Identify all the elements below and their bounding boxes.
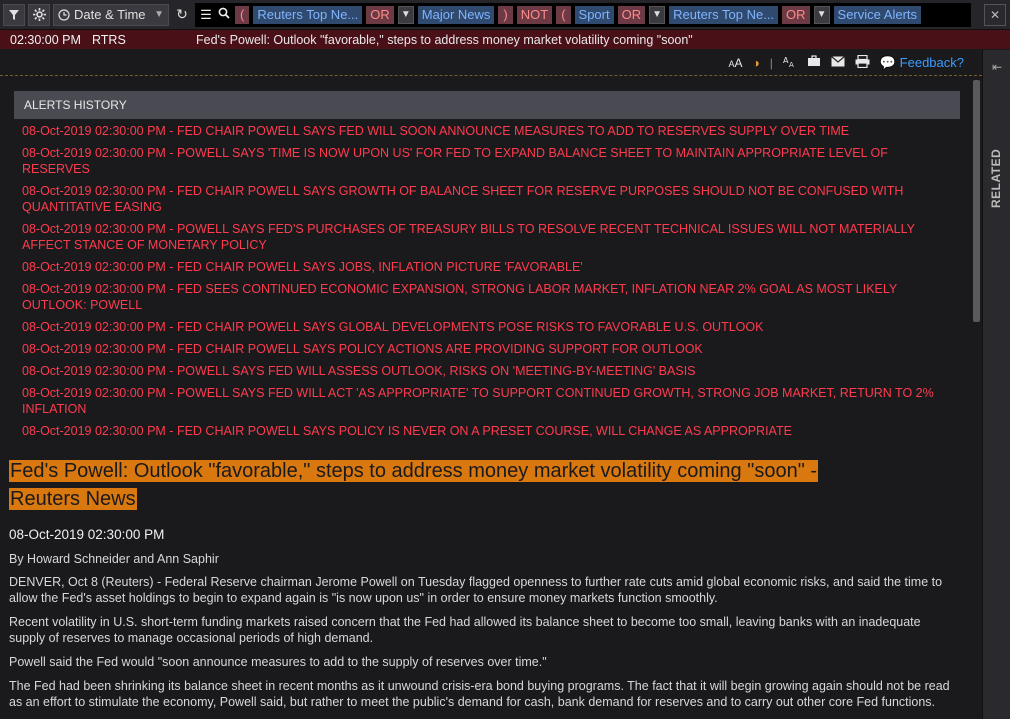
query-token-paren[interactable]: ) [498,5,513,24]
query-toolbar: Date & Time ▼ ↻ ☰ ( Reuters Top Ne... OR… [0,0,1010,30]
article-headline-text: Fed's Powell: Outlook "favorable," steps… [9,460,819,510]
query-token-term[interactable]: Reuters Top Ne... [253,5,363,24]
article-actions: AA ◑ | AA 💬 Feedback? [0,50,982,76]
alert-item: 08-Oct-2019 02:30:00 PM - FED SEES CONTI… [22,282,897,312]
chat-icon: 💬 [879,54,897,70]
refresh-icon[interactable]: ↻ [172,4,192,26]
alert-item: 08-Oct-2019 02:30:00 PM - FED CHAIR POWE… [22,260,583,274]
query-token-operator[interactable]: NOT [516,5,553,24]
briefcase-icon[interactable] [807,55,821,70]
query-token-operator[interactable]: OR [366,5,394,24]
alert-item: 08-Oct-2019 02:30:00 PM - POWELL SAYS FE… [22,222,915,252]
chevron-down-icon: ▼ [154,9,164,20]
expand-panel-icon[interactable]: ⇤ [983,60,1010,74]
alert-item: 08-Oct-2019 02:30:00 PM - FED CHAIR POWE… [22,124,850,138]
alerts-history-list: 08-Oct-2019 02:30:00 PM - FED CHAIR POWE… [22,123,952,439]
translate-icon[interactable]: AA [783,55,797,71]
headline-source: RTRS [92,32,126,47]
close-icon[interactable]: ✕ [984,3,1006,26]
clock-icon [58,8,70,21]
font-size-icon[interactable]: AA [728,56,742,70]
alert-item: 08-Oct-2019 02:30:00 PM - POWELL SAYS 'T… [22,146,888,176]
print-icon[interactable] [855,54,870,71]
article-paragraph: DENVER, Oct 8 (Reuters) - Federal Reserv… [9,575,943,605]
query-token-operator[interactable]: OR [617,5,646,24]
article-paragraph: The Fed had been shrinking its balance s… [9,679,950,709]
scrollbar-thumb[interactable] [973,80,980,322]
query-token-operator[interactable]: OR [782,5,810,24]
query-token-term[interactable]: Sport [574,5,614,24]
query-token-term[interactable]: Reuters Top Ne... [669,5,779,24]
article-paragraph: Powell said the Fed would "soon announce… [9,655,547,669]
alert-item: 08-Oct-2019 02:30:00 PM - POWELL SAYS FE… [22,386,934,416]
operator-dropdown-icon[interactable]: ▼ [397,5,414,24]
article-paragraph: Recent volatility in U.S. short-term fun… [9,615,921,645]
headline-time: 02:30:00 PM [10,32,81,47]
date-time-label: Date & Time [74,7,146,22]
feedback-link[interactable]: 💬 Feedback? [880,55,964,71]
headline-text: Fed's Powell: Outlook "favorable," steps… [196,32,693,47]
date-time-dropdown[interactable]: Date & Time ▼ [53,3,169,26]
email-icon[interactable] [830,55,845,70]
operator-dropdown-icon[interactable]: ▼ [813,5,830,24]
alert-item: 08-Oct-2019 02:30:00 PM - FED CHAIR POWE… [22,184,904,214]
article-content: ALERTS HISTORY 08-Oct-2019 02:30:00 PM -… [0,77,970,719]
query-token-paren[interactable]: ( [556,5,571,24]
query-token-term[interactable]: Service Alerts [833,5,922,24]
selected-headline-row[interactable]: 02:30:00 PM RTRS Fed's Powell: Outlook "… [0,30,1010,49]
contrast-icon[interactable]: ◑ [752,56,759,70]
query-token-paren[interactable]: ( [235,5,250,24]
alert-item: 08-Oct-2019 02:30:00 PM - FED CHAIR POWE… [22,342,703,356]
article-headline: Fed's Powell: Outlook "favorable," steps… [9,457,859,513]
content-scrollbar[interactable] [972,78,981,719]
related-tab[interactable]: RELATED [989,149,1003,208]
gear-icon[interactable] [28,3,50,26]
alert-item: 08-Oct-2019 02:30:00 PM - POWELL SAYS FE… [22,364,696,378]
alerts-history-header: ALERTS HISTORY [14,91,960,119]
list-icon[interactable]: ☰ [199,7,213,23]
filter-icon[interactable] [3,3,25,26]
operator-dropdown-icon[interactable]: ▼ [649,5,666,24]
article-byline: By Howard Schneider and Ann Saphir [9,552,219,566]
alert-item: 08-Oct-2019 02:30:00 PM - FED CHAIR POWE… [22,320,764,334]
related-side-panel: ⇤ RELATED [982,50,1010,719]
svg-text:A: A [789,61,794,68]
alert-item: 08-Oct-2019 02:30:00 PM - FED CHAIR POWE… [22,424,792,438]
query-token-term[interactable]: Major News [417,5,495,24]
search-query-bar[interactable]: ☰ ( Reuters Top Ne... OR ▼ Major News ) … [195,2,971,27]
search-icon[interactable] [217,7,231,22]
divider: | [769,55,773,70]
article-date: 08-Oct-2019 02:30:00 PM [9,527,165,542]
